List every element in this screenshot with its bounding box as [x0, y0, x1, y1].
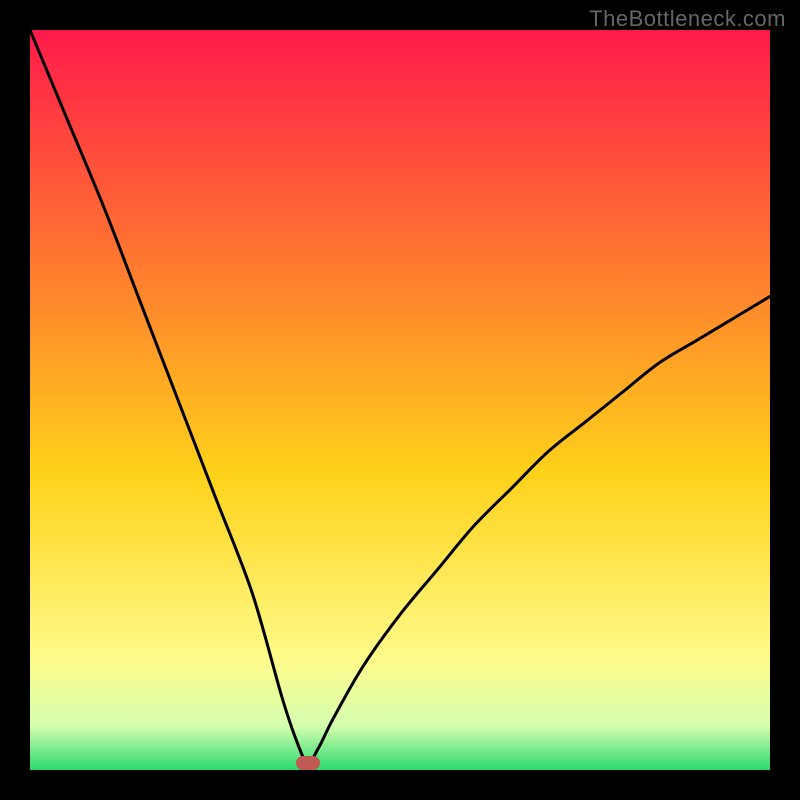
- watermark-text: TheBottleneck.com: [589, 6, 786, 32]
- plot-area: [30, 30, 770, 770]
- plot-svg: [30, 30, 770, 770]
- chart-frame: TheBottleneck.com: [0, 0, 800, 800]
- optimum-marker: [296, 756, 320, 770]
- gradient-bg: [30, 30, 770, 770]
